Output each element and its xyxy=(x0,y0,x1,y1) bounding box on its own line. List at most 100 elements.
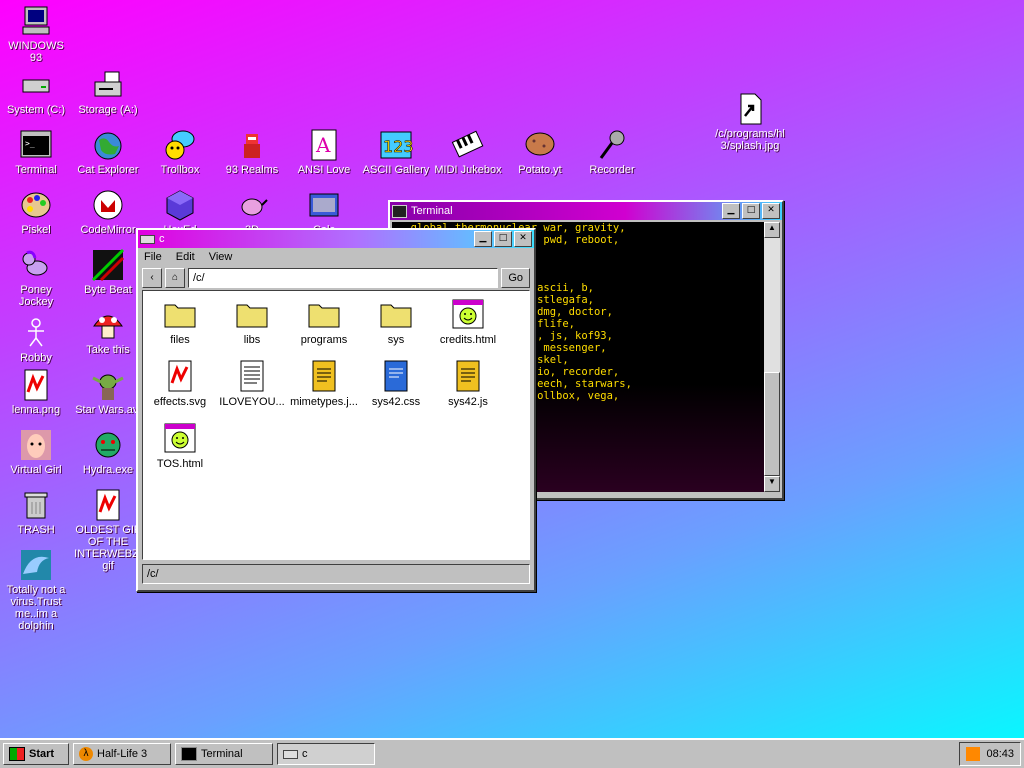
terminal-title-icon xyxy=(392,204,407,218)
desktop-icon-oldest-gif[interactable]: OLDEST GIF OF THE INTERWEBZ.gif xyxy=(74,488,142,572)
ascii-icon: 123 xyxy=(379,128,414,162)
path-input[interactable]: /c/ xyxy=(188,268,499,288)
desktop-icon-label: MIDI Jukebox xyxy=(434,164,502,176)
js-file-icon xyxy=(451,359,485,393)
microphone-icon xyxy=(595,128,629,162)
desktop-icon-cat-explorer[interactable]: Cat Explorer xyxy=(74,128,142,176)
file-item-sys[interactable]: sys xyxy=(361,297,431,346)
desktop-icon-piskel[interactable]: Piskel xyxy=(2,188,70,236)
scroll-down-button[interactable]: ▼ xyxy=(764,476,780,492)
trash-icon xyxy=(19,488,53,522)
task-c[interactable]: c xyxy=(277,743,375,765)
palette-icon xyxy=(19,188,53,222)
folder-icon xyxy=(379,297,413,331)
maximize-button[interactable]: □ xyxy=(742,203,760,219)
menu-view[interactable]: View xyxy=(209,251,233,263)
desktop-icon-splash-jpg[interactable]: /c/programs/hl3/splash.jpg xyxy=(714,92,786,152)
dolphin-icon xyxy=(19,548,53,582)
file-name: libs xyxy=(243,334,261,346)
close-button[interactable]: ✕ xyxy=(762,203,780,219)
file-item-tos-html[interactable]: TOS.html xyxy=(145,421,215,470)
desktop-icon-storage-a[interactable]: Storage (A:) xyxy=(74,68,142,116)
desktop-icon-virtual-girl[interactable]: Virtual Girl xyxy=(2,428,70,476)
file-item-credits-html[interactable]: credits.html xyxy=(433,297,503,346)
desktop-icon-windows93[interactable]: WINDOWS 93 xyxy=(2,4,70,64)
task-half-life-3[interactable]: λ Half-Life 3 xyxy=(73,743,171,765)
system-tray: 08:43 xyxy=(959,742,1021,766)
image-file-icon xyxy=(91,488,125,522)
floppy-drive-icon xyxy=(91,68,125,102)
desktop-icon-potato-yt[interactable]: Potato.yt xyxy=(506,128,574,176)
desktop-icon-ansi-love[interactable]: A ANSI Love xyxy=(290,128,358,176)
file-item-files[interactable]: files xyxy=(145,297,215,346)
file-name: sys42.js xyxy=(448,396,488,408)
knight-icon xyxy=(235,128,269,162)
file-item-programs[interactable]: programs xyxy=(289,297,359,346)
menu-file[interactable]: File xyxy=(144,251,162,263)
desktop-icon-label: WINDOWS 93 xyxy=(8,40,64,64)
file-item-libs[interactable]: libs xyxy=(217,297,287,346)
desktop-icon-hydra-exe[interactable]: Hydra.exe xyxy=(74,428,142,476)
minimize-button[interactable]: ▁ xyxy=(474,231,492,247)
file-item-iloveyou[interactable]: ILOVEYOU... xyxy=(217,359,287,408)
rss-icon[interactable] xyxy=(966,747,981,761)
folder-icon xyxy=(163,297,197,331)
menu-edit[interactable]: Edit xyxy=(176,251,195,263)
desktop-icon-dolphin[interactable]: Totally not a virus.Trust me..im a dolph… xyxy=(2,548,70,632)
maximize-button[interactable]: □ xyxy=(494,231,512,247)
hydra-icon xyxy=(91,428,125,462)
home-button[interactable]: ⌂ xyxy=(165,268,185,288)
terminal-titlebar[interactable]: Terminal ▁ □ ✕ xyxy=(390,202,782,220)
go-button[interactable]: Go xyxy=(501,268,530,288)
task-label: Terminal xyxy=(201,748,243,760)
desktop-icon-label: lenna.png xyxy=(11,404,61,416)
desktop-icon-recorder[interactable]: Recorder xyxy=(578,128,646,176)
file-item-sys42-css[interactable]: sys42.css xyxy=(361,359,431,408)
desktop-icon-codemirror[interactable]: CodeMirror xyxy=(74,188,142,236)
desktop-icon-star-wars[interactable]: Star Wars.avi xyxy=(74,368,142,416)
desktop-icon-trollbox[interactable]: Trollbox xyxy=(146,128,214,176)
codemirror-icon xyxy=(91,188,125,222)
explorer-titlebar[interactable]: c ▁ □ ✕ xyxy=(138,230,534,248)
desktop-icon-93-realms[interactable]: 93 Realms xyxy=(218,128,286,176)
folder-icon xyxy=(235,297,269,331)
folder-icon xyxy=(307,297,341,331)
explorer-window[interactable]: c ▁ □ ✕ File Edit View ‹ ⌂ /c/ Go files … xyxy=(136,228,536,592)
explorer-title: c xyxy=(159,233,165,245)
desktop-icon-terminal[interactable]: >_ Terminal xyxy=(2,128,70,176)
desktop-icon-take-this[interactable]: Take this xyxy=(74,308,142,356)
desktop-icon-trash[interactable]: TRASH xyxy=(2,488,70,536)
task-terminal[interactable]: Terminal xyxy=(175,743,273,765)
desktop-icon-label: Poney Jockey xyxy=(18,284,54,308)
file-item-effects-svg[interactable]: effects.svg xyxy=(145,359,215,408)
scroll-up-button[interactable]: ▲ xyxy=(764,222,780,238)
minimize-button[interactable]: ▁ xyxy=(722,203,740,219)
start-button[interactable]: Start xyxy=(3,743,69,765)
desktop-icon-byte-beat[interactable]: Byte Beat xyxy=(74,248,142,296)
js-file-icon xyxy=(307,359,341,393)
calculator-icon xyxy=(307,188,341,222)
back-button[interactable]: ‹ xyxy=(142,268,162,288)
file-item-mimetypes[interactable]: mimetypes.j... xyxy=(289,359,359,408)
close-button[interactable]: ✕ xyxy=(514,231,532,247)
desktop-icon-midi-jukebox[interactable]: MIDI Jukebox xyxy=(434,128,502,176)
file-item-sys42-js[interactable]: sys42.js xyxy=(433,359,503,408)
desktop-icon-ascii-gallery[interactable]: 123 ASCII Gallery xyxy=(362,128,430,176)
desktop-icon-poney-jockey[interactable]: Poney Jockey xyxy=(2,248,70,308)
desktop-icon-label: CodeMirror xyxy=(80,224,136,236)
desktop-icon-label: 93 Realms xyxy=(225,164,279,176)
desktop-icon-label: Cat Explorer xyxy=(77,164,139,176)
windows-logo-icon xyxy=(9,747,25,761)
desktop-icon-system-c[interactable]: System (C:) xyxy=(2,68,70,116)
desktop-icon-robby[interactable]: Robby xyxy=(2,316,70,364)
desktop-icon-lenna-png[interactable]: lenna.png xyxy=(2,368,70,416)
desktop-icon-label: Piskel xyxy=(21,224,51,236)
terminal-scrollbar[interactable]: ▲ ▼ xyxy=(764,222,780,492)
potato-icon xyxy=(523,128,557,162)
html-file-icon xyxy=(163,421,197,455)
scroll-thumb[interactable] xyxy=(764,372,780,476)
piano-icon xyxy=(451,128,485,162)
svg-text:A: A xyxy=(315,133,331,157)
desktop-icon-label: OLDEST GIF OF THE INTERWEBZ.gif xyxy=(74,524,142,572)
desktop-icon-label: System (C:) xyxy=(6,104,66,116)
